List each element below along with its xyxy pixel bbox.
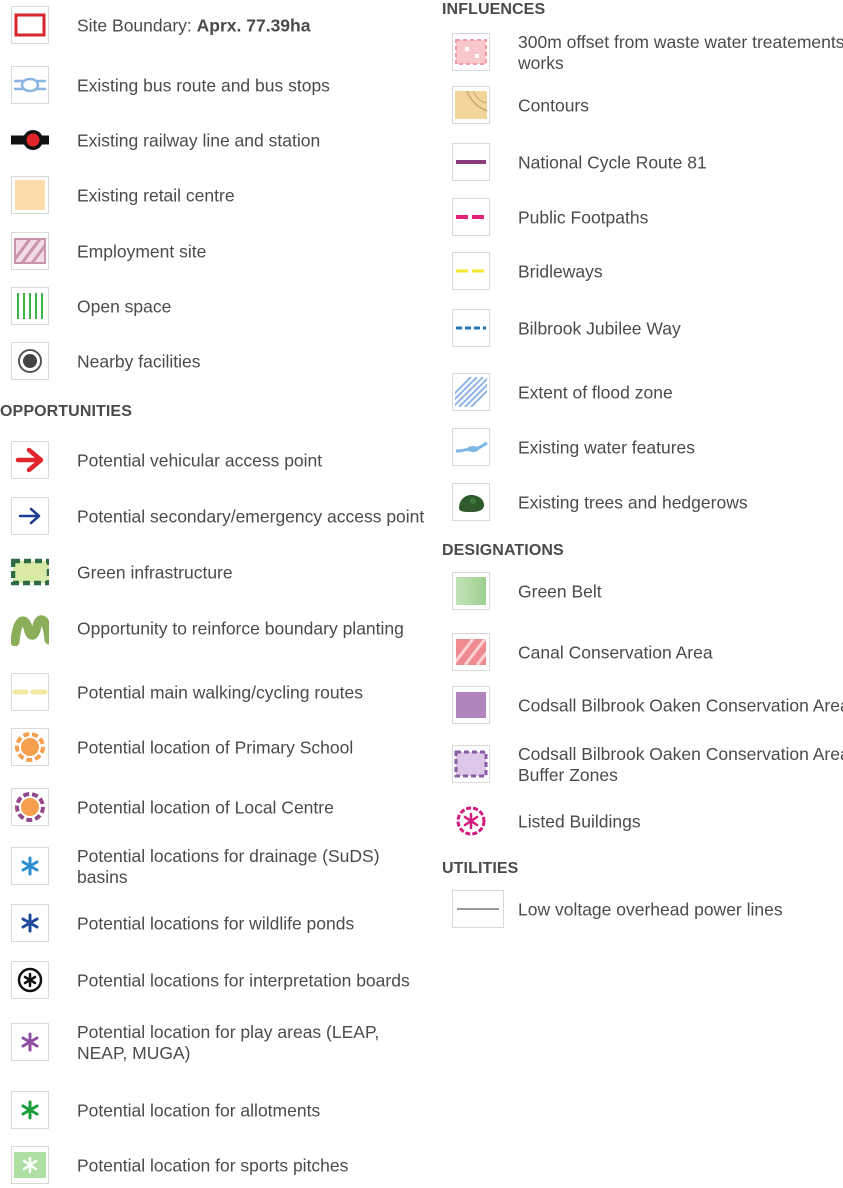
- legend-label: Bilbrook Jubilee Way: [518, 318, 681, 339]
- open-space-icon: [11, 287, 49, 325]
- legend-label: Public Footpaths: [518, 207, 649, 228]
- legend-label: Green Belt: [518, 581, 602, 602]
- legend-label: Potential location for allotments: [77, 1100, 321, 1121]
- local-centre-icon: [11, 788, 49, 826]
- bus-route-icon: [11, 66, 49, 104]
- sports-pitch-icon: [11, 1146, 49, 1184]
- water-feature-icon: [452, 428, 490, 466]
- legend-label: Listed Buildings: [518, 811, 641, 832]
- railway-station-icon: [11, 121, 49, 159]
- legend-label: Potential vehicular access point: [77, 450, 323, 471]
- employment-site-icon: [11, 232, 49, 270]
- legend-label: Green infrastructure: [77, 562, 233, 583]
- secondary-access-arrow-icon: [11, 497, 49, 535]
- canal-conservation-icon: [452, 633, 490, 671]
- interpretation-board-icon: [11, 961, 49, 999]
- primary-school-icon: [11, 728, 49, 766]
- heading-designations: DESIGNATIONS: [442, 542, 564, 559]
- legend-label: Site Boundary: Aprx. 77.39ha: [77, 15, 311, 36]
- allotment-asterisk-icon: [11, 1091, 49, 1129]
- listed-building-icon: [452, 802, 490, 840]
- legend-label: Potential location for sports pitches: [77, 1155, 349, 1176]
- legend-label: National Cycle Route 81: [518, 152, 707, 173]
- legend-label: Opportunity to reinforce boundary planti…: [77, 618, 404, 639]
- legend-label: Existing water features: [518, 437, 696, 458]
- legend-label: Codsall Bilbrook Oaken Conservation Area…: [518, 744, 843, 785]
- legend-label: Existing trees and hedgerows: [518, 492, 748, 513]
- legend-label: Extent of flood zone: [518, 382, 673, 403]
- walking-cycling-route-icon: [11, 673, 49, 711]
- waste-water-offset-icon: [452, 33, 490, 71]
- conservation-area-icon: [452, 686, 490, 724]
- boundary-planting-icon: [11, 609, 49, 647]
- heading-utilities: UTILITIES: [442, 860, 519, 877]
- legend-label: Low voltage overhead power lines: [518, 899, 783, 920]
- legend-label: Potential main walking/cycling routes: [77, 682, 363, 703]
- contours-icon: [452, 86, 490, 124]
- legend-label: Potential location of Primary School: [77, 737, 354, 758]
- legend-label: Potential locations for drainage (SuDS) …: [77, 846, 380, 887]
- retail-centre-icon: [11, 176, 49, 214]
- site-boundary-icon: [11, 6, 49, 44]
- green-belt-icon: [452, 572, 490, 610]
- trees-hedgerows-icon: [452, 483, 490, 521]
- legend-label: Nearby facilities: [77, 351, 201, 372]
- legend-label: Open space: [77, 296, 172, 317]
- legend-label: Existing retail centre: [77, 185, 235, 206]
- legend-label: Potential location of Local Centre: [77, 797, 334, 818]
- legend-label: Employment site: [77, 241, 207, 262]
- conservation-buffer-icon: [452, 745, 490, 783]
- legend-label: Existing railway line and station: [77, 130, 321, 151]
- legend-label: Contours: [518, 95, 590, 116]
- drainage-basin-asterisk-icon: [11, 847, 49, 885]
- legend-label: Potential secondary/emergency access poi…: [77, 506, 425, 527]
- play-area-asterisk-icon: [11, 1023, 49, 1061]
- legend-label: Existing bus route and bus stops: [77, 75, 330, 96]
- legend-label: Canal Conservation Area: [518, 642, 713, 663]
- legend-label: Potential location for play areas (LEAP,…: [77, 1022, 380, 1063]
- legend-label: Codsall Bilbrook Oaken Conservation Area: [518, 695, 843, 716]
- flood-zone-hatch-icon: [452, 373, 490, 411]
- cycle-route-line-icon: [452, 143, 490, 181]
- jubilee-way-line-icon: [452, 309, 490, 347]
- legend-label: Potential locations for wildlife ponds: [77, 913, 355, 934]
- legend-label: Bridleways: [518, 261, 603, 282]
- nearby-facilities-icon: [11, 342, 49, 380]
- wildlife-pond-asterisk-icon: [11, 904, 49, 942]
- bridleway-line-icon: [452, 252, 490, 290]
- heading-opportunities: OPPORTUNITIES: [0, 403, 132, 420]
- heading-influences: INFLUENCES: [442, 1, 546, 18]
- footpath-line-icon: [452, 198, 490, 236]
- power-line-icon: [452, 890, 504, 928]
- legend-label: 300m offset from waste water treatements…: [518, 32, 843, 73]
- green-infrastructure-icon: [11, 553, 49, 591]
- vehicular-access-arrow-icon: [11, 441, 49, 479]
- legend-label: Potential locations for interpretation b…: [77, 970, 410, 991]
